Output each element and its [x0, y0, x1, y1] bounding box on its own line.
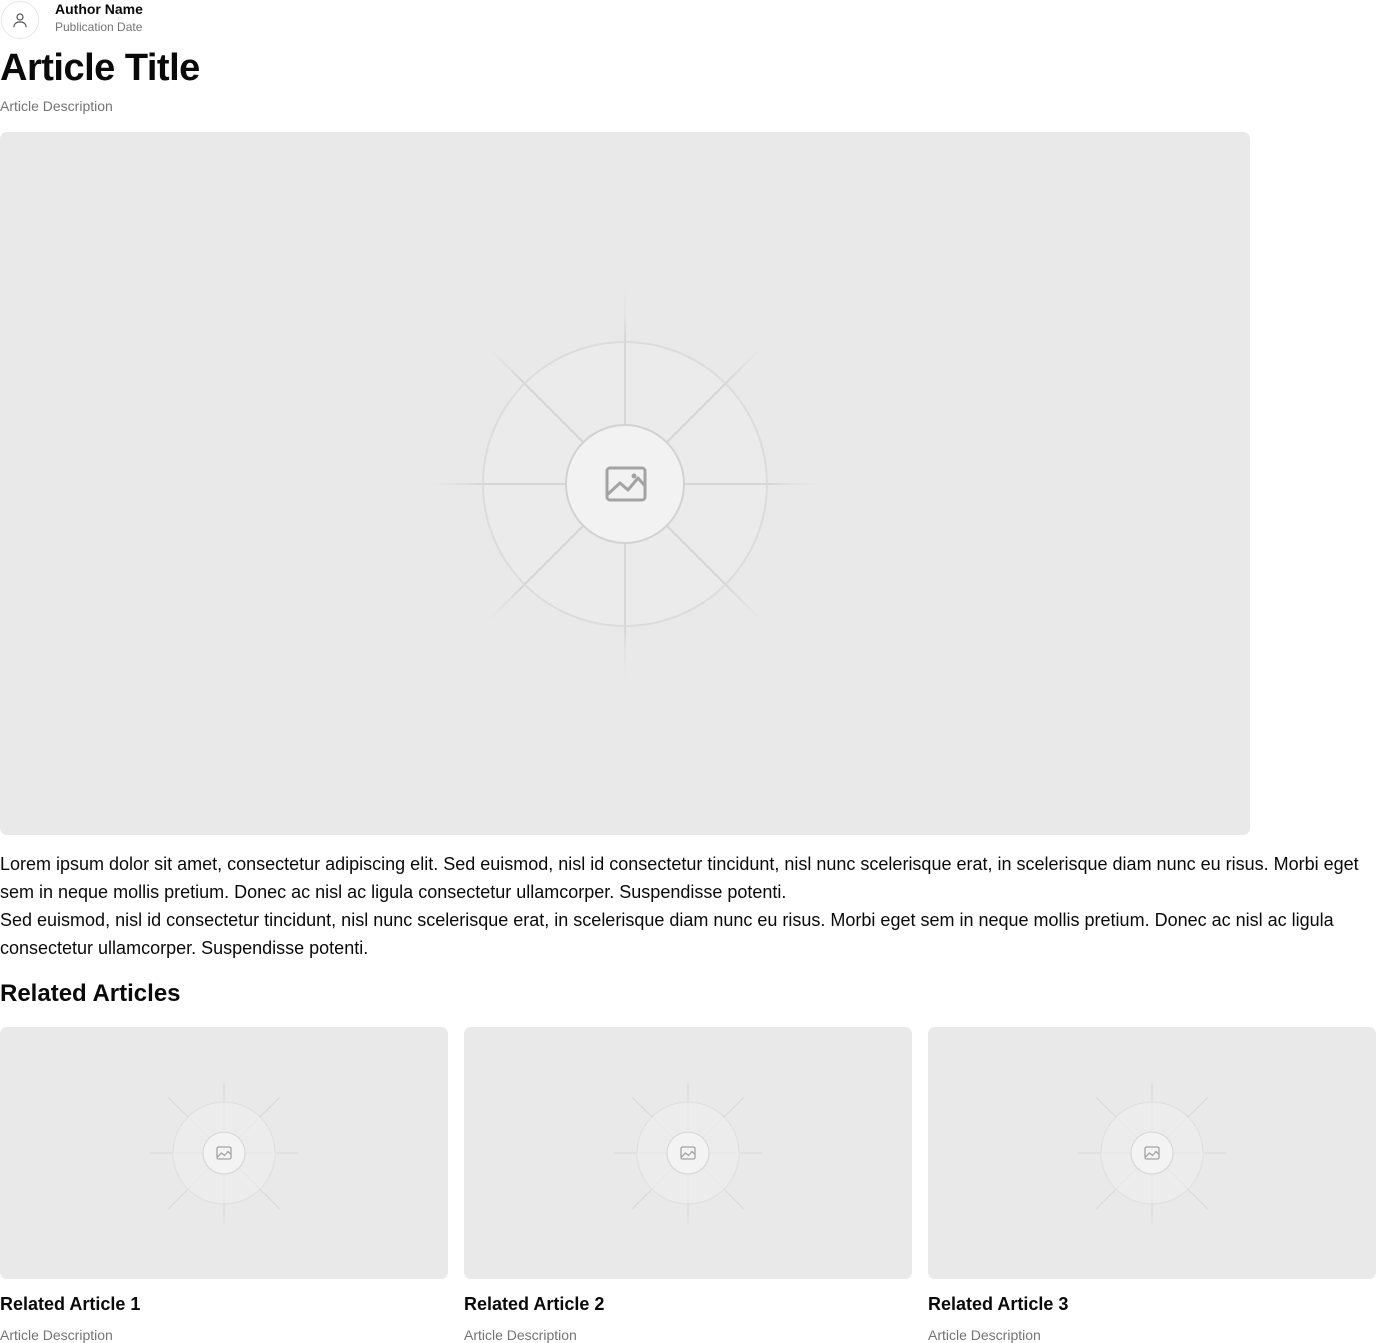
publication-date: Publication Date [55, 20, 143, 34]
article-title: Article Title [0, 47, 200, 89]
related-article-title[interactable]: Related Article 2 [464, 1292, 912, 1316]
related-article-card[interactable]: Related Article 2 Article Description [464, 1027, 912, 1343]
image-placeholder-icon [614, 1083, 762, 1223]
related-article-card[interactable]: Related Article 3 Article Description [928, 1027, 1376, 1343]
related-article-title[interactable]: Related Article 1 [0, 1292, 448, 1316]
related-article-description: Article Description [0, 1327, 113, 1343]
author-meta: Author Name Publication Date [55, 1, 143, 35]
related-article-title[interactable]: Related Article 3 [928, 1292, 1376, 1316]
image-placeholder-icon [420, 279, 830, 689]
hero-image [0, 132, 1250, 835]
image-placeholder-icon [1078, 1083, 1226, 1223]
related-article-image[interactable] [464, 1027, 912, 1279]
related-articles-heading: Related Articles [0, 980, 181, 1007]
related-article-card[interactable]: Related Article 1 Article Description [0, 1027, 448, 1343]
image-placeholder-icon [150, 1083, 298, 1223]
author-byline: Author Name Publication Date [0, 0, 143, 40]
user-icon [13, 12, 27, 27]
article-paragraph: Lorem ipsum dolor sit amet, consectetur … [0, 854, 1359, 902]
article-body: Lorem ipsum dolor sit amet, consectetur … [0, 850, 1376, 962]
related-article-description: Article Description [464, 1327, 577, 1343]
article-description: Article Description [0, 98, 113, 114]
related-article-image[interactable] [0, 1027, 448, 1279]
author-name[interactable]: Author Name [55, 1, 143, 18]
article-paragraph: Sed euismod, nisl id consectetur tincidu… [0, 910, 1334, 958]
avatar[interactable] [1, 0, 39, 39]
related-article-image[interactable] [928, 1027, 1376, 1279]
related-article-description: Article Description [928, 1327, 1041, 1343]
related-articles-list: Related Article 1 Article Description Re… [0, 1027, 1376, 1343]
